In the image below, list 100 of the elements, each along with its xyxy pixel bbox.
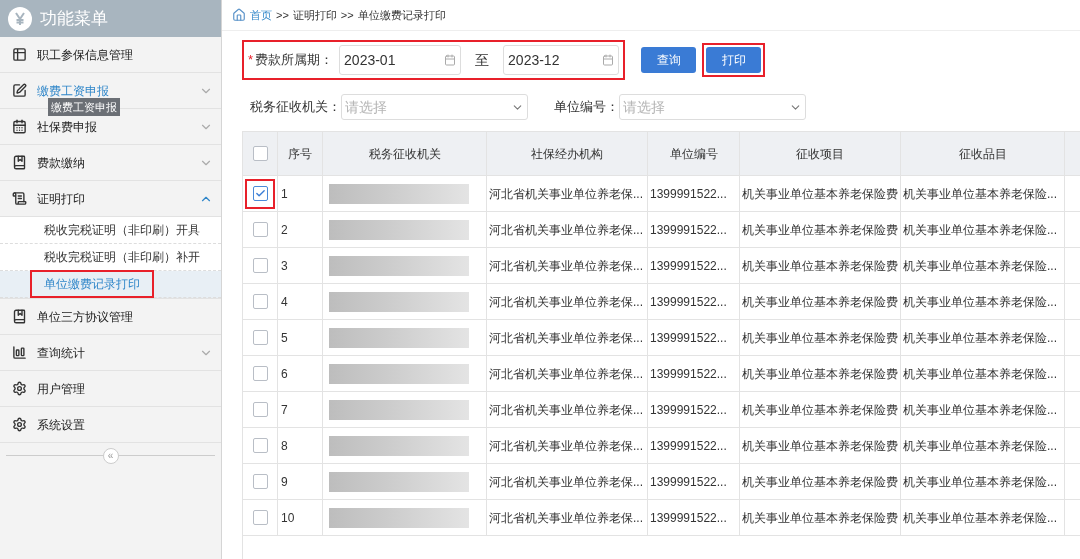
menu-item[interactable]: 职工参保信息管理 xyxy=(0,37,221,73)
check-icon xyxy=(254,188,266,199)
table-cell-text: 机关事业单位基本养老保险... xyxy=(903,221,1057,239)
table-cell-text: 机关事业单位基本养老保险... xyxy=(903,257,1057,275)
table-cell-text: 河北省机关事业单位养老保... xyxy=(489,221,643,239)
menu-item[interactable]: 单位三方协议管理 xyxy=(0,299,221,335)
field-label: 税务征收机关： xyxy=(250,98,341,117)
table-cell-text: 机关事业单位基本养老保险... xyxy=(903,365,1057,383)
checkbox[interactable] xyxy=(252,474,268,489)
column-header: 序号 xyxy=(288,145,312,163)
breadcrumb-link[interactable]: 单位缴费记录打印 xyxy=(357,6,446,24)
submenu-item[interactable]: 单位缴费记录打印 xyxy=(30,270,154,298)
table-cell-text: 9 xyxy=(281,473,288,491)
table-cell-text: 河北省机关事业单位养老保... xyxy=(489,401,643,419)
table-cell-text: 1399991522... xyxy=(650,473,727,491)
table-cell-text: 河北省机关事业单位养老保... xyxy=(489,437,643,455)
column-header: 征收品目 xyxy=(958,145,1007,163)
date-field[interactable]: 2023-01 xyxy=(339,45,462,75)
column-header: 单位编号 xyxy=(669,145,718,163)
checkbox[interactable] xyxy=(252,222,268,237)
table-cell-text: 1399991522... xyxy=(650,185,727,203)
settings-icon xyxy=(12,381,27,396)
table-cell-text: 1399991522... xyxy=(650,293,727,311)
submenu-item[interactable]: 税收完税证明（非印刷）补开 xyxy=(30,243,214,271)
table-cell-text: 机关事业单位基本养老保险费 xyxy=(742,293,898,311)
table-cell-text: 机关事业单位基本养老保险费 xyxy=(742,185,898,203)
table-cell-text: 河北省机关事业单位养老保... xyxy=(489,509,643,527)
field-label: 费款所属期： xyxy=(255,51,334,70)
table-cell-text: 1 xyxy=(281,185,288,203)
table-cell-text: 机关事业单位基本养老保险费 xyxy=(742,329,898,347)
column-header: 社保经办机构 xyxy=(531,145,603,163)
list-icon xyxy=(12,191,27,206)
table-cell-text: 1399991522... xyxy=(650,509,727,527)
home-icon xyxy=(232,8,246,22)
table-cell-text: 机关事业单位基本养老保险费 xyxy=(742,437,898,455)
table-cell-text: 河北省机关事业单位养老保... xyxy=(489,365,643,383)
calendar-icon xyxy=(12,119,27,134)
table-cell-text: 1399991522... xyxy=(650,401,727,419)
table-cell-text: 5 xyxy=(281,329,288,347)
table-cell-text: 河北省机关事业单位养老保... xyxy=(489,257,643,275)
table-cell-text: 机关事业单位基本养老保险费 xyxy=(742,257,898,275)
checkbox[interactable] xyxy=(252,402,268,417)
table-cell-text: 机关事业单位基本养老保险费 xyxy=(742,473,898,491)
table-cell-text: 机关事业单位基本养老保险费 xyxy=(742,509,898,527)
table-cell-text: 10 xyxy=(281,509,295,527)
table-cell-text: 河北省机关事业单位养老保... xyxy=(489,293,643,311)
edit-icon xyxy=(12,83,27,98)
tooltip: 缴费工资申报 xyxy=(48,98,120,116)
table-cell-text: 8 xyxy=(281,437,288,455)
checkbox[interactable] xyxy=(252,258,268,273)
table-cell-text: 河北省机关事业单位养老保... xyxy=(489,185,643,203)
yen-icon xyxy=(8,6,32,31)
checkbox[interactable] xyxy=(252,510,268,525)
table-cell-text: 机关事业单位基本养老保险... xyxy=(903,509,1057,527)
book-icon xyxy=(12,155,27,170)
breadcrumb-link[interactable]: 首页 xyxy=(250,6,272,24)
checkbox[interactable] xyxy=(252,146,268,161)
breadcrumb-separator: >> xyxy=(276,7,289,23)
table-cell-text: 机关事业单位基本养老保险... xyxy=(903,401,1057,419)
menu-item[interactable]: 系统设置 xyxy=(0,407,221,443)
table-cell-text: 机关事业单位基本养老保险... xyxy=(903,329,1057,347)
table-cell-text: 1399991522... xyxy=(650,221,727,239)
field-label: 单位编号： xyxy=(554,98,619,117)
calendar-icon xyxy=(444,54,457,66)
table-cell-text: 6 xyxy=(281,365,288,383)
table-cell-text: 1399991522... xyxy=(650,437,727,455)
checkbox[interactable] xyxy=(252,330,268,345)
column-header: 税务征收机关 xyxy=(368,145,441,163)
bar-chart-icon xyxy=(12,345,27,360)
table-cell-text: 机关事业单位基本养老保险... xyxy=(903,473,1057,491)
table-cell-text: 3 xyxy=(281,257,288,275)
calendar-icon xyxy=(602,54,615,66)
table-cell-text: 机关事业单位基本养老保险... xyxy=(903,293,1057,311)
menu-item[interactable]: 用户管理 xyxy=(0,371,221,407)
checkbox[interactable] xyxy=(252,294,268,309)
table-cell-text: 7 xyxy=(281,401,288,419)
table-cell-text: 机关事业单位基本养老保险费 xyxy=(742,401,898,419)
table-cell-text: 1399991522... xyxy=(650,257,727,275)
table-cell-text: 1399991522... xyxy=(650,365,727,383)
breadcrumb-link[interactable]: 证明打印 xyxy=(292,6,337,24)
checkbox[interactable] xyxy=(252,366,268,381)
range-separator: 至 xyxy=(474,50,491,70)
date-field[interactable]: 2023-12 xyxy=(503,45,620,75)
menu-item[interactable]: 查询统计 xyxy=(0,335,221,371)
checkbox[interactable] xyxy=(252,438,268,453)
required-mark: * xyxy=(248,51,254,70)
table-cell-text: 机关事业单位基本养老保险... xyxy=(903,437,1057,455)
submenu-item[interactable]: 税收完税证明（非印刷）开具 xyxy=(30,216,214,244)
action-button[interactable]: 查询 xyxy=(641,47,697,73)
table-cell-text: 2 xyxy=(281,221,288,239)
table-cell-text: 机关事业单位基本养老保险费 xyxy=(742,221,898,239)
menu-item[interactable]: 费款缴纳 xyxy=(0,145,221,181)
checkbox[interactable] xyxy=(252,186,268,201)
table-cell-text: 河北省机关事业单位养老保... xyxy=(489,473,643,491)
table-cell-text: 机关事业单位基本养老保险费 xyxy=(742,365,898,383)
breadcrumb-separator: >> xyxy=(340,7,354,23)
table-cell-text: 1399991522... xyxy=(650,329,727,347)
table-icon xyxy=(12,47,27,62)
book-icon xyxy=(12,309,27,324)
action-button[interactable]: 打印 xyxy=(706,47,762,73)
